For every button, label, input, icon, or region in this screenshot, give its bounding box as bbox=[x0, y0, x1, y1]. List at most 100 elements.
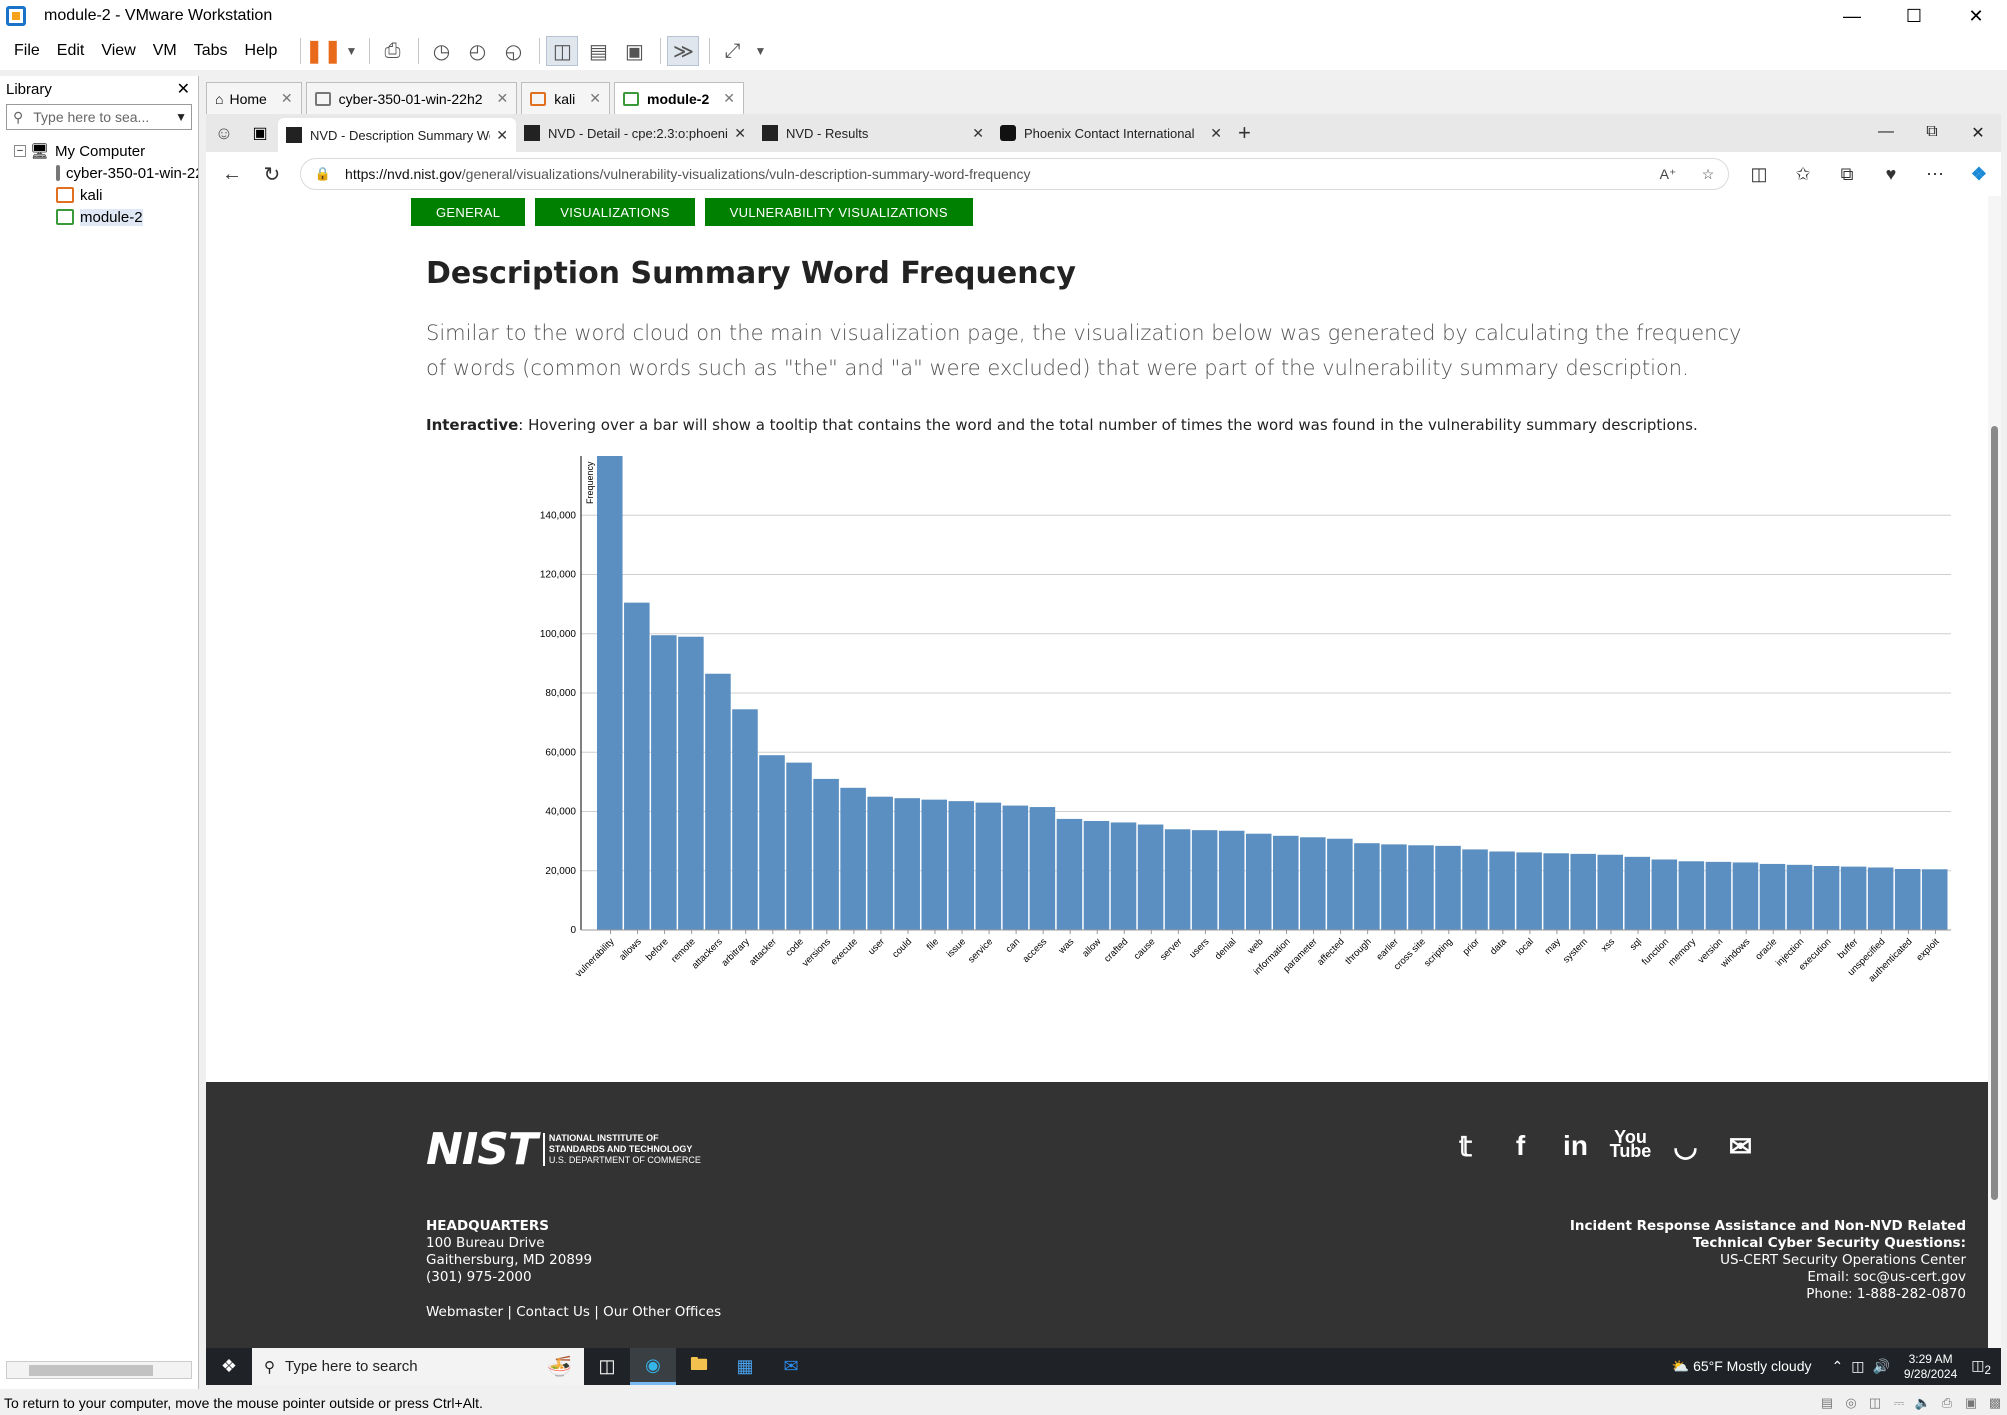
bar-crafted[interactable] bbox=[1110, 822, 1137, 930]
store-icon[interactable]: ▦ bbox=[722, 1348, 768, 1385]
show-library-icon[interactable]: ◫ bbox=[546, 36, 579, 66]
console-view-icon[interactable]: ≫ bbox=[667, 36, 700, 66]
bar-could[interactable] bbox=[894, 798, 920, 930]
irt-email[interactable]: Email: soc@us-cert.gov bbox=[1570, 1269, 1966, 1286]
refresh-icon[interactable]: ↻ bbox=[252, 162, 292, 187]
page-scrollbar[interactable] bbox=[1988, 196, 2001, 1348]
bar-file[interactable] bbox=[921, 799, 948, 930]
minimize-button[interactable]: — bbox=[1821, 6, 1883, 27]
bar-allows[interactable] bbox=[624, 602, 650, 930]
stretch-guest-icon[interactable]: ⤢ bbox=[716, 36, 748, 66]
bar-affected[interactable] bbox=[1327, 838, 1353, 930]
menu-edit[interactable]: Edit bbox=[57, 42, 85, 60]
facebook-icon[interactable]: f bbox=[1493, 1130, 1548, 1163]
weather-widget[interactable]: ⛅ 65°F Mostly cloudy bbox=[1672, 1358, 1812, 1375]
bar-cross-site[interactable] bbox=[1408, 845, 1434, 930]
bar-allow[interactable] bbox=[1083, 820, 1110, 930]
bar-users[interactable] bbox=[1191, 830, 1218, 930]
scrollbar-thumb[interactable] bbox=[29, 1365, 153, 1376]
browser-tab-nvd-results[interactable]: NVD - Results ✕ bbox=[754, 118, 992, 148]
bar-attackers[interactable] bbox=[705, 673, 731, 930]
maximize-button[interactable]: ☐ bbox=[1883, 6, 1945, 27]
close-icon[interactable]: ✕ bbox=[972, 125, 984, 142]
bar-windows[interactable] bbox=[1732, 862, 1759, 930]
bar-code[interactable] bbox=[786, 762, 812, 930]
send-ctrl-alt-del-icon[interactable]: ⎙ bbox=[376, 36, 408, 66]
bar-before[interactable] bbox=[651, 635, 677, 930]
split-screen-icon[interactable]: ◫ bbox=[1737, 164, 1781, 185]
breadcrumb-vulnerability-visualizations[interactable]: VULNERABILITY VISUALIZATIONS bbox=[704, 198, 973, 226]
bar-denial[interactable] bbox=[1218, 830, 1245, 930]
bar-data[interactable] bbox=[1489, 851, 1515, 930]
volume-icon[interactable]: 🔊 bbox=[1872, 1358, 1889, 1375]
browser-restore-button[interactable]: ⧉ bbox=[1909, 123, 1955, 143]
printer-icon[interactable]: ⎙ bbox=[1935, 1395, 1959, 1411]
bar-local[interactable] bbox=[1516, 852, 1542, 930]
bar-arbitrary[interactable] bbox=[732, 709, 758, 930]
linkedin-icon[interactable]: in bbox=[1548, 1130, 1603, 1163]
menu-view[interactable]: View bbox=[101, 42, 135, 60]
tab-module-2[interactable]: module-2 ✕ bbox=[614, 82, 744, 114]
notifications-icon[interactable]: ◫2 bbox=[1971, 1357, 1991, 1377]
browser-minimize-button[interactable]: — bbox=[1863, 123, 1909, 143]
tree-item-my-computer[interactable]: – 🖥 My Computer bbox=[0, 140, 198, 162]
task-view-icon[interactable]: ◫ bbox=[584, 1348, 630, 1385]
bar-oracle[interactable] bbox=[1759, 863, 1786, 930]
windows-start-icon[interactable]: ❖ bbox=[206, 1356, 252, 1377]
close-icon[interactable]: ✕ bbox=[1210, 125, 1222, 142]
close-icon[interactable]: ✕ bbox=[177, 79, 190, 99]
close-icon[interactable]: ✕ bbox=[723, 90, 735, 107]
file-explorer-icon[interactable]: 🖿 bbox=[676, 1348, 722, 1385]
bar-access[interactable] bbox=[1029, 807, 1056, 930]
youtube-icon[interactable]: You Tube bbox=[1603, 1128, 1658, 1163]
bar-function[interactable] bbox=[1651, 859, 1678, 930]
tab-cyber-350[interactable]: cyber-350-01-win-22h2 ✕ bbox=[305, 82, 518, 114]
tree-item-module-2[interactable]: module-2 bbox=[0, 206, 198, 228]
email-icon[interactable]: ✉ bbox=[1713, 1130, 1768, 1163]
network-adapter-icon[interactable]: ◫ bbox=[1863, 1395, 1887, 1411]
message-icon[interactable]: ▩ bbox=[1983, 1395, 2007, 1411]
tree-item-kali[interactable]: kali bbox=[0, 184, 198, 206]
tree-item-cyber-350[interactable]: cyber-350-01-win-22h2 bbox=[0, 162, 198, 184]
snapshot-icon[interactable]: ◷ bbox=[425, 36, 457, 66]
bar-may[interactable] bbox=[1543, 853, 1569, 930]
display-icon[interactable]: ▣ bbox=[1959, 1395, 1983, 1411]
library-search-input[interactable]: ⚲ Type here to sea... ▼ bbox=[6, 104, 192, 130]
browser-tab-phoenix[interactable]: Phoenix Contact International ✕ bbox=[992, 118, 1230, 148]
bar-can[interactable] bbox=[1002, 805, 1029, 930]
bar-issue[interactable] bbox=[948, 801, 975, 930]
menu-vm[interactable]: VM bbox=[153, 42, 177, 60]
chevron-down-icon[interactable]: ▼ bbox=[175, 110, 187, 124]
browser-tab-nvd-detail[interactable]: NVD - Detail - cpe:2.3:o:phoenixc ✕ bbox=[516, 118, 754, 148]
close-icon[interactable]: ✕ bbox=[589, 90, 601, 107]
hdd-icon[interactable]: ▤ bbox=[1815, 1395, 1839, 1411]
bar-earlier[interactable] bbox=[1381, 844, 1407, 930]
favorites-icon[interactable]: ✩ bbox=[1781, 164, 1825, 185]
bar-buffer[interactable] bbox=[1840, 866, 1867, 930]
bar-cause[interactable] bbox=[1137, 824, 1164, 930]
tab-actions-icon[interactable]: ▣ bbox=[242, 123, 278, 143]
browser-tab-nvd-description[interactable]: NVD - Description Summary Wor ✕ bbox=[278, 118, 516, 152]
chevron-down-icon[interactable]: ▼ bbox=[752, 36, 768, 66]
bar-memory[interactable] bbox=[1678, 861, 1705, 930]
bar-service[interactable] bbox=[975, 802, 1002, 930]
rss-icon[interactable]: ◡ bbox=[1658, 1130, 1713, 1163]
bar-information[interactable] bbox=[1273, 835, 1299, 930]
scrollbar-thumb[interactable] bbox=[1991, 426, 1998, 1200]
more-icon[interactable]: ⋯ bbox=[1913, 164, 1957, 185]
nist-logo[interactable]: NIST NATIONAL INSTITUTE OF STANDARDS AND… bbox=[426, 1124, 701, 1175]
bar-web[interactable] bbox=[1245, 833, 1272, 930]
menu-help[interactable]: Help bbox=[245, 42, 278, 60]
copilot-icon[interactable]: ❖ bbox=[1957, 164, 2001, 185]
browser-close-button[interactable]: ✕ bbox=[1955, 123, 2001, 143]
read-aloud-icon[interactable]: A⁺ bbox=[1648, 166, 1688, 183]
bar-injection[interactable] bbox=[1786, 864, 1813, 930]
bar-execution[interactable] bbox=[1813, 866, 1840, 930]
breadcrumb-general[interactable]: GENERAL bbox=[411, 198, 526, 226]
close-icon[interactable]: ✕ bbox=[496, 127, 508, 144]
cdrom-icon[interactable]: ◎ bbox=[1839, 1395, 1863, 1411]
tab-kali[interactable]: kali ✕ bbox=[521, 82, 611, 114]
snapshot-manager-icon[interactable]: ◵ bbox=[497, 36, 529, 66]
bar-authenticated[interactable] bbox=[1894, 868, 1921, 930]
bar-prior[interactable] bbox=[1462, 849, 1488, 930]
